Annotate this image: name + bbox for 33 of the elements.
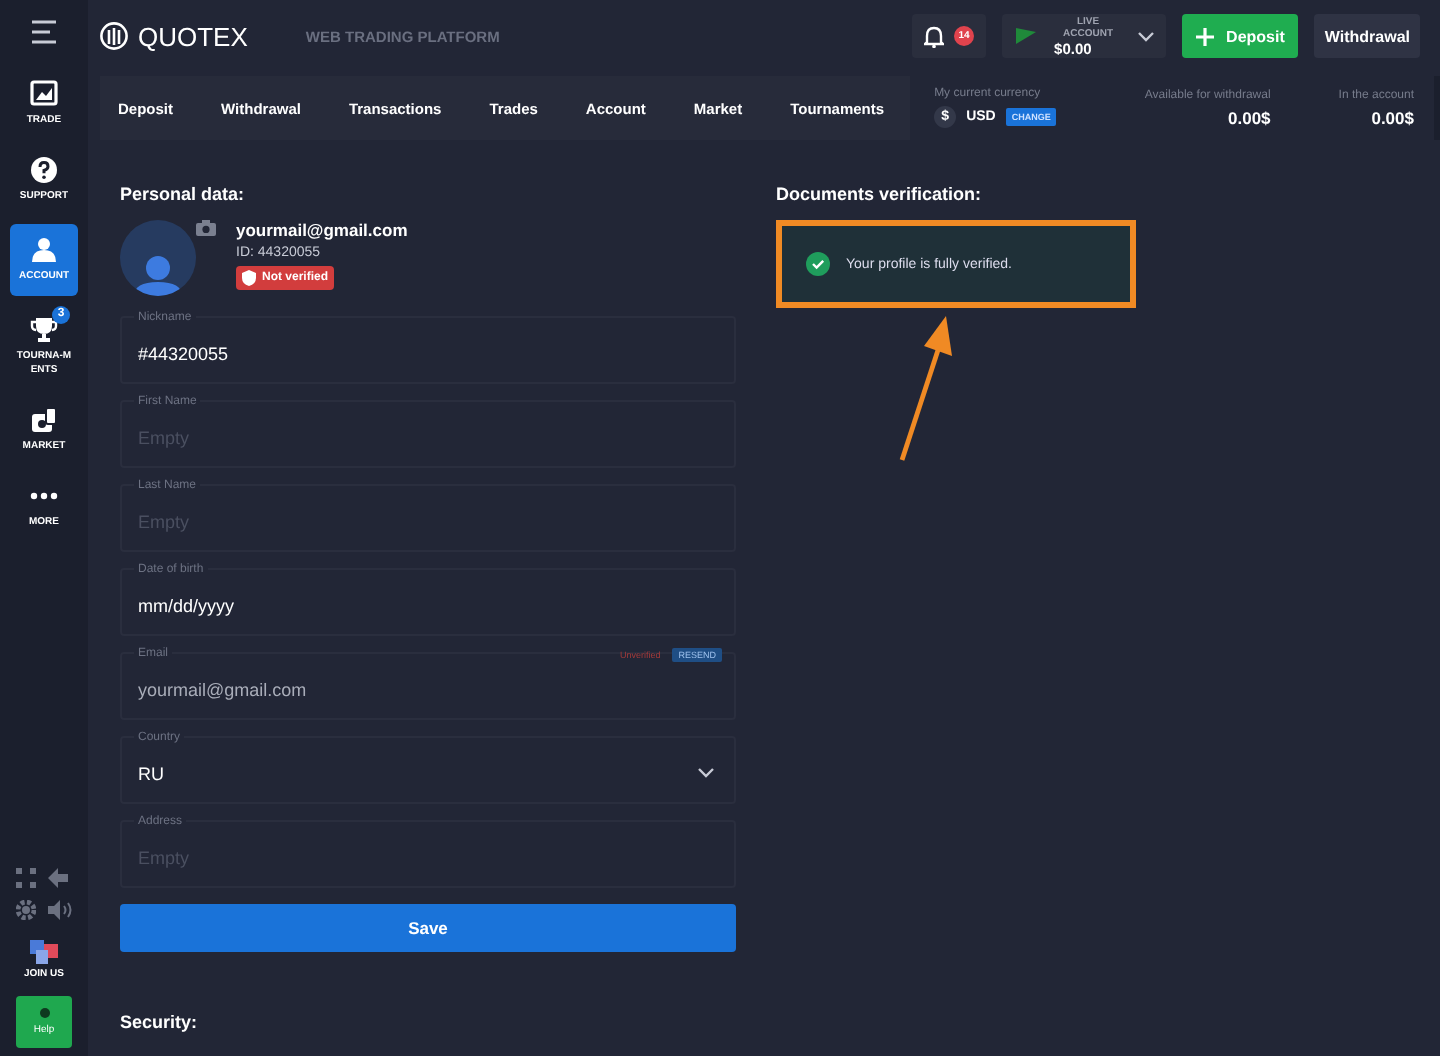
chevron-down-icon <box>1138 31 1155 41</box>
user-silhouette-icon <box>134 256 182 296</box>
check-circle-icon <box>806 252 830 276</box>
field-value: RU <box>138 763 164 783</box>
picture-icon <box>30 80 58 108</box>
stat-value: 0.00$ <box>1371 107 1414 127</box>
save-button[interactable]: Save <box>120 904 736 952</box>
section-title: Documents verification: <box>776 184 984 204</box>
question-icon <box>30 156 58 184</box>
user-email: yourmail@gmail.com <box>236 220 408 240</box>
arrow-left-icon <box>48 868 68 888</box>
brand-name: QUOTEX <box>138 21 248 51</box>
bell-icon <box>924 25 945 47</box>
dot-icon <box>39 1008 49 1018</box>
group-icon <box>29 940 58 964</box>
field-value: yourmail@gmail.com <box>138 679 307 699</box>
withdrawal-button[interactable]: Withdrawal <box>1314 14 1420 58</box>
field-value: mm/dd/yyyy <box>138 595 235 615</box>
section-title: Security: <box>120 1012 200 1032</box>
logo-icon <box>100 22 128 50</box>
field-value: #44320055 <box>138 343 229 363</box>
trophy-icon <box>30 316 58 344</box>
settings-icon <box>16 900 36 920</box>
shield-icon <box>242 270 256 286</box>
stat-value: 0.00$ <box>1228 107 1271 127</box>
speaker-icon <box>48 900 72 920</box>
section-title: Personal data: <box>120 184 247 204</box>
menu-icon <box>30 20 58 44</box>
plus-icon <box>1196 27 1215 45</box>
fullscreen-icon <box>16 868 36 888</box>
user-icon <box>30 236 58 264</box>
chevron-down-icon <box>698 768 714 778</box>
camera-icon <box>196 220 216 236</box>
